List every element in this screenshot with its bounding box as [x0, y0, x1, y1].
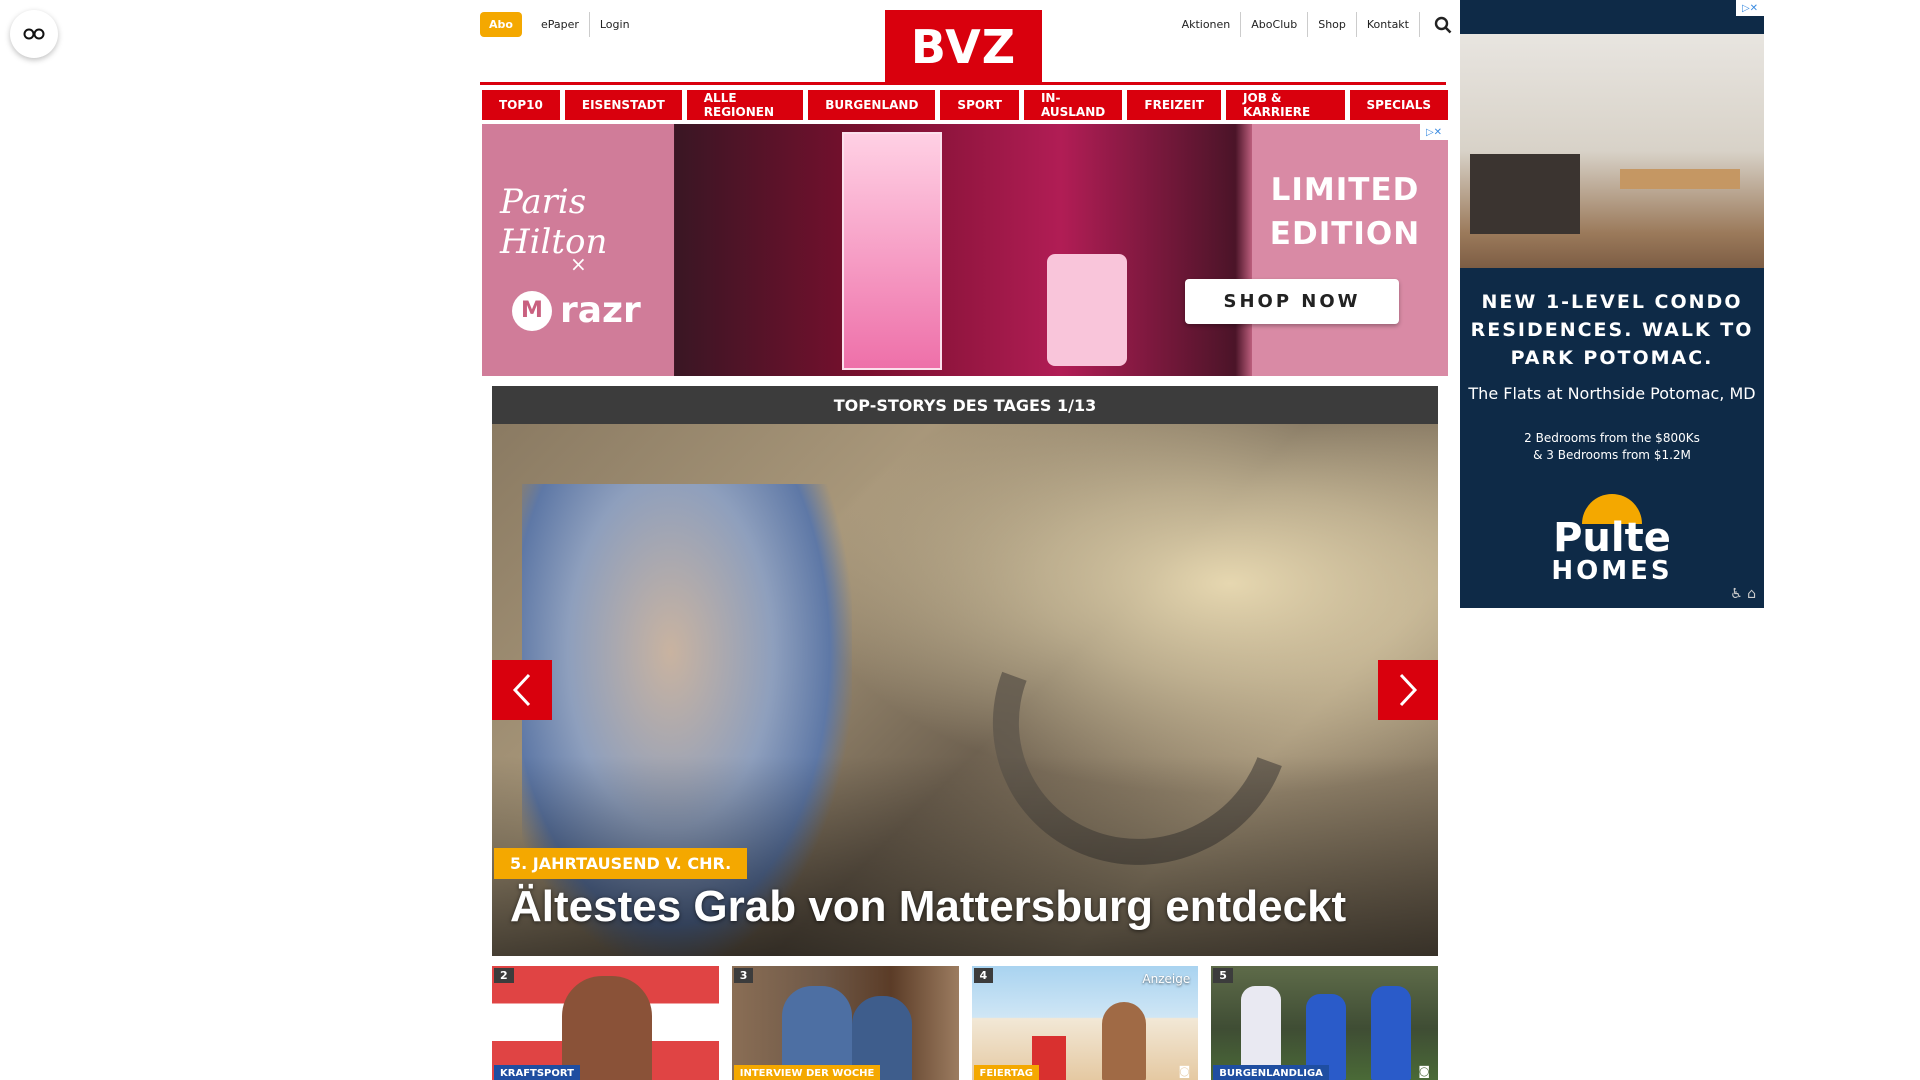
ad-shop-now-button[interactable]: SHOP NOW [1185, 279, 1399, 324]
thumb-image [1371, 986, 1412, 1080]
ad-brand-razr: M razr [512, 290, 641, 331]
ad-choices-icon[interactable]: ▷✕ [1420, 124, 1448, 140]
sky-ad-price-line: 2 Bedrooms from the $800Ks [1524, 431, 1700, 445]
ad-brand-panel: Paris Hilton × M razr [482, 124, 674, 376]
ad-brand-razr-text: razr [560, 290, 641, 331]
chevron-left-icon [512, 673, 531, 707]
story-thumb-3[interactable]: 3 INTERVIEW DER WOCHE [731, 966, 959, 1080]
utility-nav-left: Abo ePaper Login [480, 12, 640, 37]
hero-story[interactable]: 5. JAHRTAUSEND V. CHR. Ältestes Grab von… [492, 424, 1438, 956]
ad-phone-image [1047, 254, 1127, 366]
aktionen-link[interactable]: Aktionen [1172, 12, 1242, 37]
reader-mode-button[interactable] [10, 10, 58, 58]
ad-headline-panel: LIMITED EDITION [1252, 124, 1448, 376]
thumb-image [1101, 1002, 1146, 1080]
carousel-next-button[interactable] [1378, 660, 1438, 720]
sky-ad-image [1460, 34, 1764, 268]
story-tag: BURGENLANDLIGA [1213, 1065, 1329, 1080]
nav-top10[interactable]: TOP10 [482, 90, 560, 120]
sky-ad-image-island [1470, 154, 1580, 234]
sponsored-badge: Anzeige [1142, 972, 1191, 986]
story-number: 5 [1213, 968, 1233, 983]
sky-ad-property-name: The Flats at Northside Potomac, MD [1468, 384, 1756, 403]
ad-brand-paris-hilton: Paris Hilton [500, 182, 608, 262]
abo-button[interactable]: Abo [480, 12, 522, 37]
shop-link[interactable]: Shop [1308, 12, 1357, 37]
motorola-logo-icon: M [512, 290, 552, 331]
story-thumb-4[interactable]: 4 Anzeige FEIERTAG ◙ [971, 966, 1199, 1080]
glasses-icon [23, 28, 45, 40]
header-divider [480, 82, 1446, 85]
nav-job-karriere[interactable]: JOB & KARRIERE [1226, 90, 1345, 120]
story-thumbnails: 2 KRAFTSPORT 3 INTERVIEW DER WOCHE 4 Anz… [492, 966, 1438, 1080]
search-icon[interactable] [1432, 14, 1454, 36]
story-thumb-2[interactable]: 2 KRAFTSPORT [492, 966, 719, 1080]
thumb-image [1241, 986, 1282, 1076]
sky-ad-price-line: & 3 Bedrooms from $1.2M [1533, 448, 1691, 462]
story-number: 3 [733, 968, 754, 983]
kontakt-link[interactable]: Kontakt [1357, 12, 1420, 37]
carousel-prev-button[interactable] [492, 660, 552, 720]
story-number: 4 [973, 968, 994, 983]
nav-sport[interactable]: SPORT [940, 90, 1019, 120]
pulte-logo-text: Pulte [1553, 515, 1671, 561]
nav-burgenland[interactable]: BURGENLAND [808, 90, 936, 120]
utility-nav-right: Aktionen AboClub Shop Kontakt [1172, 12, 1454, 37]
story-tag: FEIERTAG [973, 1065, 1039, 1080]
epaper-link[interactable]: ePaper [531, 12, 589, 37]
aboclub-link[interactable]: AboClub [1241, 12, 1309, 37]
ad-product-box [842, 132, 942, 370]
hero-kicker: 5. JAHRTAUSEND V. CHR. [494, 848, 748, 879]
sky-ad-headline: NEW 1-LEVEL CONDO RESIDENCES. WALK TO PA… [1470, 291, 1754, 369]
top-stories-header: TOP-STORYS DES TAGES 1/13 [492, 386, 1438, 424]
banner-ad[interactable]: Paris Hilton × M razr LIMITED EDITION SH… [482, 124, 1448, 376]
camera-icon: ◙ [1178, 1064, 1191, 1078]
nav-in-ausland[interactable]: IN-AUSLAND [1023, 90, 1123, 120]
story-number: 2 [494, 968, 514, 983]
story-tag: INTERVIEW DER WOCHE [733, 1065, 881, 1080]
hero-title[interactable]: Ältestes Grab von Mattersburg entdeckt [510, 882, 1346, 932]
sky-ad-image-table [1620, 169, 1740, 189]
story-thumb-5[interactable]: 5 BURGENLANDLIGA ◙ [1211, 966, 1438, 1080]
ad-choices-icon[interactable]: ▷✕ [1736, 0, 1764, 16]
accessibility-icon: ♿ ⌂ [1730, 586, 1756, 602]
ad-separator: × [570, 252, 587, 276]
main-nav: TOP10 EISENSTADT ALLE REGIONEN BURGENLAN… [482, 90, 1448, 120]
login-link[interactable]: Login [588, 12, 640, 37]
nav-eisenstadt[interactable]: EISENSTADT [564, 90, 682, 120]
story-tag: KRAFTSPORT [494, 1065, 580, 1080]
homes-logo-text: HOMES [1551, 556, 1673, 586]
skyscraper-ad[interactable]: ▷✕ NEW 1-LEVEL CONDO RESIDENCES. WALK TO… [1460, 0, 1764, 608]
nav-freizeit[interactable]: FREIZEIT [1127, 90, 1222, 120]
ad-headline: LIMITED EDITION [1269, 172, 1421, 252]
nav-alle-regionen[interactable]: ALLE REGIONEN [686, 90, 804, 120]
site-logo[interactable]: BVZ [885, 10, 1042, 83]
sky-ad-prices: 2 Bedrooms from the $800Ks & 3 Bedrooms … [1460, 430, 1764, 464]
pulte-logo: Pulte HOMES [1460, 494, 1764, 584]
camera-icon: ◙ [1418, 1064, 1430, 1078]
chevron-right-icon [1399, 673, 1418, 707]
nav-specials[interactable]: SPECIALS [1349, 90, 1448, 120]
